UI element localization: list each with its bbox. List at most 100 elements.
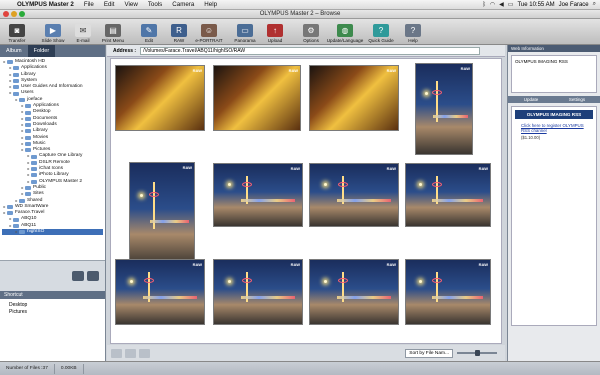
photo-detail [323, 279, 327, 283]
raw-badge: RAW [290, 262, 300, 267]
photo-thumbnail[interactable]: RAW [129, 162, 195, 266]
photo-thumbnail[interactable]: RAW [415, 63, 473, 155]
address-bar: Address : /Volumes/Farace.Travel/ABQ11/h… [107, 45, 505, 57]
tab-folder[interactable]: Folder [27, 45, 56, 57]
shortcut-header[interactable]: Shortcut [0, 291, 105, 299]
folder-icon [25, 110, 31, 115]
photo-thumbnail[interactable]: RAW [405, 259, 491, 325]
photo-detail [241, 296, 295, 300]
raw-button[interactable]: R RAW [164, 19, 194, 44]
zoom-knob[interactable] [475, 350, 480, 356]
photo-detail [139, 194, 143, 198]
slideshow-icon: ▶ [45, 24, 61, 37]
left-tabs: Album Folder [0, 45, 105, 57]
folder-icon [31, 160, 37, 165]
photo-thumbnail[interactable]: RAW [213, 259, 303, 325]
photo-thumbnail[interactable]: RAW [309, 65, 399, 131]
zoom-window-icon[interactable] [19, 11, 25, 17]
photo-detail [143, 278, 154, 284]
shortcut-pictures[interactable]: Pictures [3, 309, 102, 316]
quick-guide-button[interactable]: ? Quick Guide [364, 19, 398, 44]
raw-badge: RAW [192, 68, 202, 73]
photo-detail [337, 199, 391, 203]
photo-detail [337, 278, 348, 284]
folder-icon [13, 79, 19, 84]
new-folder-button[interactable] [72, 271, 84, 281]
wifi-icon[interactable]: ◠ [490, 1, 495, 8]
print-menu-button[interactable]: ▤ Print Menu [98, 19, 128, 44]
bluetooth-icon[interactable]: ᛒ [482, 2, 486, 8]
raw-badge: RAW [386, 68, 396, 73]
menu-edit[interactable]: Edit [99, 1, 120, 8]
photo-thumbnail[interactable]: RAW [309, 259, 399, 325]
panorama-button[interactable]: ▭ Panorama [230, 19, 260, 44]
menu-help[interactable]: Help [199, 1, 222, 8]
menu-file[interactable]: File [79, 1, 99, 8]
eportrait-button[interactable]: ☺ e-PORTRAIT [194, 19, 224, 44]
tab-settings[interactable]: Settings [554, 96, 600, 103]
photo-detail [418, 183, 422, 187]
update-language-button[interactable]: ◍ Update/Language [326, 19, 364, 44]
edit-icon: ✎ [141, 24, 157, 37]
photo-thumbnail[interactable]: RAW [213, 65, 301, 131]
window-title: OLYMPUS Master 2 – Browse [259, 11, 341, 17]
zoom-slider[interactable] [457, 350, 497, 356]
thumbnail-grid[interactable]: RAW RAW RAW RAW RAW RAW RAW RAW RAW RAW RAW RAW [110, 58, 502, 344]
raw-badge: RAW [288, 68, 298, 73]
photo-thumbnail[interactable]: RAW [213, 163, 303, 227]
folder-icon [25, 192, 31, 197]
folder-icon [7, 60, 13, 65]
toolbar: ◙ Transfer ▶ Slide Show ✉ E-mail ▤ Print Men… [0, 19, 600, 45]
photo-thumbnail[interactable]: RAW [115, 259, 205, 325]
edit-button[interactable]: ✎ Edit [134, 19, 164, 44]
envelope-icon: ✉ [75, 24, 91, 37]
options-button[interactable]: ⚙ Options [296, 19, 326, 44]
raw-badge: RAW [478, 166, 488, 171]
tab-update[interactable]: Update [508, 96, 554, 103]
folder-icon [25, 186, 31, 191]
photo-thumbnail[interactable]: RAW [115, 65, 205, 131]
tree-item[interactable]: ▸ highISO [2, 229, 103, 236]
address-field[interactable]: /Volumes/Farace.Travel/ABQ11/highISO/RAW [140, 46, 481, 55]
photo-thumbnail[interactable]: RAW [405, 163, 491, 227]
shortcut-desktop[interactable]: Desktop [3, 302, 102, 309]
rss-size: ($1.10.00) [521, 135, 541, 140]
file-size: 0.00KB [55, 363, 84, 374]
menu-camera[interactable]: Camera [167, 1, 199, 8]
rss-banner: OLYMPUS IMAGING RSS [515, 110, 593, 119]
battery-icon[interactable]: ▭ [508, 1, 514, 8]
delete-button[interactable] [139, 348, 150, 358]
delete-folder-button[interactable] [87, 271, 99, 281]
folder-tree[interactable]: ▸ Macintosh HD ▸ Applications ▸ Library ▸ Syste… [0, 57, 105, 261]
close-window-icon[interactable] [3, 11, 9, 17]
photo-detail [432, 278, 443, 284]
menu-app[interactable]: OLYMPUS Master 2 [12, 1, 79, 8]
photo-thumbnail[interactable]: RAW [309, 163, 399, 227]
folder-icon [13, 91, 19, 96]
sort-select[interactable]: Sort by File Nam... [405, 348, 453, 358]
slide-show-button[interactable]: ▶ Slide Show [38, 19, 68, 44]
photo-detail [433, 114, 469, 118]
email-button[interactable]: ✉ E-mail [68, 19, 98, 44]
photo-detail [149, 220, 190, 224]
photo-detail [241, 199, 295, 203]
folder-icon [25, 129, 31, 134]
folder-icon [31, 179, 37, 184]
rss-register-link[interactable]: Click here to register OLYMPUS RSS chann… [515, 123, 593, 133]
transfer-button[interactable]: ◙ Transfer [2, 19, 32, 44]
photo-detail [337, 296, 391, 300]
folder-icon [25, 123, 31, 128]
tab-album[interactable]: Album [0, 45, 28, 57]
upload-button[interactable]: ↑ Upload [260, 19, 290, 44]
volume-icon[interactable]: ◀ [499, 1, 504, 8]
spotlight-icon[interactable]: ⌕ [593, 1, 596, 8]
help-button[interactable]: ? Help [398, 19, 428, 44]
menu-clock[interactable]: Tue 10:55 AM [517, 2, 554, 8]
rotate-right-button[interactable] [125, 348, 136, 358]
menu-tools[interactable]: Tools [143, 1, 167, 8]
minimize-window-icon[interactable] [11, 11, 17, 17]
left-panel: Album Folder ▸ Macintosh HD ▸ Applications ▸… [0, 45, 106, 361]
menu-user[interactable]: Joe Farace [559, 2, 589, 8]
menu-view[interactable]: View [120, 1, 143, 8]
rotate-left-button[interactable] [111, 348, 122, 358]
